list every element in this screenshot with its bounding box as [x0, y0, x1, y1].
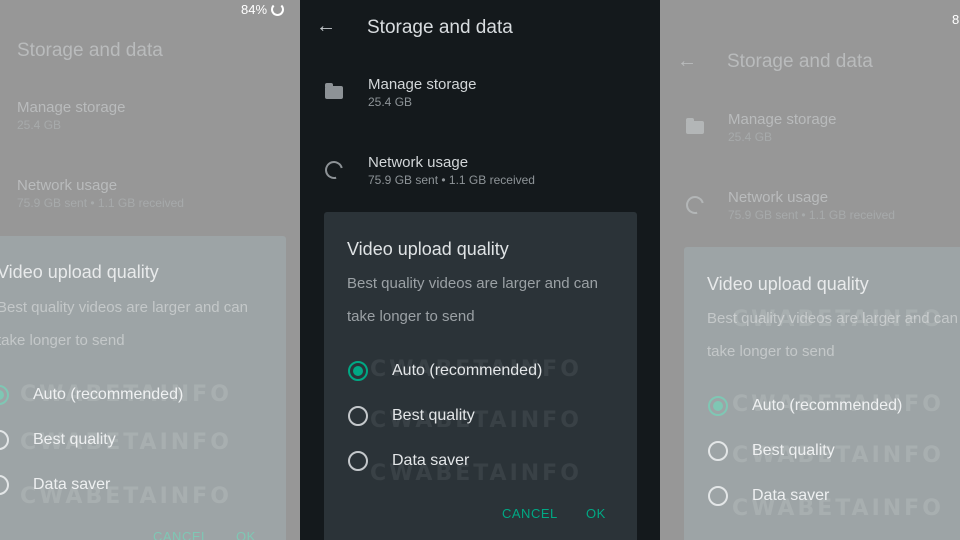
video-upload-quality-dialog: Video upload quality Best quality videos…	[0, 236, 286, 540]
dialog-title: Video upload quality	[707, 274, 869, 294]
cancel-button[interactable]: CANCEL	[502, 506, 558, 521]
dialog-description: Best quality videos are larger and can t…	[707, 310, 958, 360]
video-upload-quality-dialog: Video upload quality Best quality videos…	[684, 247, 960, 540]
option-data-saver[interactable]: Data saver	[0, 475, 110, 495]
option-auto[interactable]: Auto (recommended)	[348, 361, 542, 381]
option-label: Auto (recommended)	[392, 362, 543, 379]
radio-unchecked-icon[interactable]	[348, 406, 368, 426]
option-best-quality[interactable]: Best quality	[708, 441, 835, 461]
radio-unchecked-icon[interactable]	[708, 486, 728, 506]
option-label: Data saver	[33, 476, 111, 493]
folder-icon	[686, 118, 704, 134]
status-bar: 84%	[241, 2, 285, 17]
dialog-description: Best quality videos are larger and can t…	[0, 299, 248, 349]
network-usage-title: Network usage	[17, 177, 118, 194]
manage-storage-title: Manage storage	[368, 76, 477, 93]
option-label: Data saver	[752, 487, 830, 504]
center-screenshot-panel: ← Storage and data Manage storage 25.4 G…	[300, 0, 660, 540]
network-usage-subtitle: 75.9 GB sent • 1.1 GB received	[368, 173, 535, 187]
network-usage-subtitle: 75.9 GB sent • 1.1 GB received	[17, 196, 184, 210]
battery-percent: 8	[952, 12, 960, 27]
video-upload-quality-dialog: Video upload quality Best quality videos…	[324, 212, 637, 540]
option-data-saver[interactable]: Data saver	[348, 451, 469, 471]
dialog-description: Best quality videos are larger and can t…	[347, 275, 598, 325]
manage-storage-subtitle: 25.4 GB	[728, 130, 773, 144]
page-title: Storage and data	[367, 17, 513, 38]
dialog-title: Video upload quality	[0, 262, 159, 282]
radio-checked-icon[interactable]	[708, 396, 728, 416]
network-usage-title: Network usage	[728, 189, 829, 206]
option-auto[interactable]: Auto (recommended)	[0, 385, 183, 405]
option-label: Best quality	[392, 407, 475, 424]
manage-storage-title: Manage storage	[17, 99, 126, 116]
radio-checked-icon[interactable]	[0, 385, 9, 405]
option-best-quality[interactable]: Best quality	[0, 430, 116, 450]
battery-percent: 84%	[241, 2, 268, 17]
option-auto[interactable]: Auto (recommended)	[708, 396, 902, 416]
status-bar: 8	[952, 12, 959, 27]
back-arrow-icon[interactable]: ←	[677, 50, 697, 73]
page-title: Storage and data	[17, 40, 163, 61]
cancel-button[interactable]: CANCEL	[153, 529, 209, 540]
option-label: Auto (recommended)	[33, 386, 184, 403]
manage-storage-subtitle: 25.4 GB	[17, 118, 62, 132]
option-label: Best quality	[33, 431, 116, 448]
option-label: Best quality	[752, 442, 835, 459]
radio-unchecked-icon[interactable]	[0, 430, 9, 450]
radio-unchecked-icon[interactable]	[348, 451, 368, 471]
network-usage-icon	[682, 192, 708, 218]
radio-unchecked-icon[interactable]	[0, 475, 9, 495]
battery-icon	[271, 3, 285, 16]
radio-unchecked-icon[interactable]	[708, 441, 728, 461]
manage-storage-title: Manage storage	[728, 111, 837, 128]
option-best-quality[interactable]: Best quality	[348, 406, 475, 426]
ok-button[interactable]: OK	[586, 506, 606, 521]
radio-checked-icon[interactable]	[348, 361, 368, 381]
network-usage-title: Network usage	[368, 154, 469, 171]
page-title: Storage and data	[727, 51, 873, 72]
option-data-saver[interactable]: Data saver	[708, 486, 829, 506]
right-screenshot-panel: 8 ← Storage and data Manage storage 25.4…	[660, 0, 960, 540]
option-label: Data saver	[392, 452, 470, 469]
option-label: Auto (recommended)	[752, 397, 903, 414]
ok-button[interactable]: OK	[236, 529, 256, 540]
network-usage-icon	[321, 157, 347, 183]
network-usage-subtitle: 75.9 GB sent • 1.1 GB received	[728, 208, 895, 222]
back-arrow-icon[interactable]: ←	[316, 15, 336, 38]
folder-icon	[325, 83, 343, 99]
manage-storage-subtitle: 25.4 GB	[368, 95, 413, 109]
left-screenshot-panel: 84% Storage and data Manage storage 25.4…	[0, 0, 300, 540]
dialog-title: Video upload quality	[347, 239, 509, 259]
